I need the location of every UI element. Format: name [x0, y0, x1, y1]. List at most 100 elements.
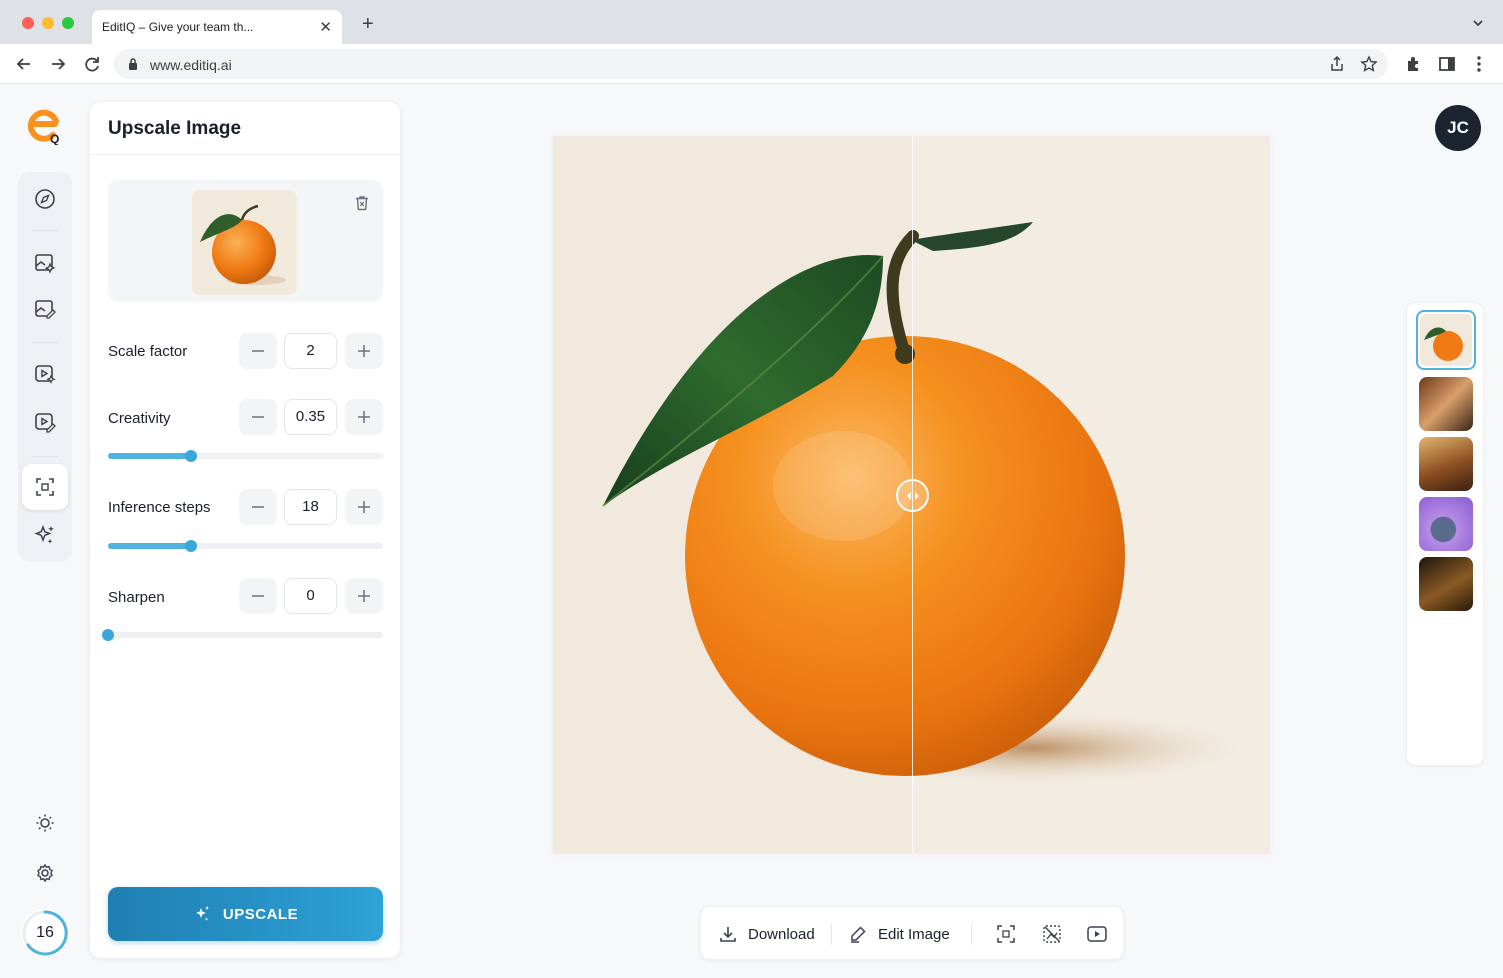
explore-button[interactable] [22, 176, 68, 222]
new-tab-icon[interactable]: + [362, 13, 374, 36]
creativity-label: Creativity [108, 410, 171, 427]
sharpen-label: Sharpen [108, 589, 165, 606]
inference-steps-increment[interactable] [345, 489, 383, 525]
minus-icon [252, 595, 264, 597]
sharpen-slider[interactable] [102, 629, 383, 641]
inference-steps-slider-handle[interactable] [184, 540, 197, 552]
scale-factor-decrement[interactable] [239, 333, 277, 369]
history-item[interactable] [1419, 437, 1473, 491]
share-icon[interactable] [1328, 55, 1346, 73]
tab-title: EditIQ – Give your team th... [102, 20, 254, 34]
enhance-tool-button[interactable] [22, 512, 68, 558]
inference-steps-slider[interactable] [108, 540, 383, 552]
minus-icon [252, 350, 264, 352]
sharpen-slider-handle[interactable] [102, 629, 114, 641]
tab-search-chevron-icon[interactable] [1471, 16, 1485, 30]
credits-counter[interactable]: 16 [21, 909, 69, 957]
sparkles-icon [195, 906, 209, 921]
scale-factor-increment[interactable] [345, 333, 383, 369]
upscale-button[interactable]: UPSCALE [108, 887, 383, 941]
sharpen-input[interactable]: 0 [284, 578, 337, 614]
creativity-slider-handle[interactable] [184, 450, 197, 462]
creativity-increment[interactable] [345, 399, 383, 435]
back-arrow-icon[interactable] [14, 54, 34, 74]
remove-bg-icon [1043, 925, 1061, 943]
panel-divider [90, 154, 400, 155]
compass-icon [35, 189, 55, 209]
scale-factor-label: Scale factor [108, 343, 188, 360]
scale-factor-input[interactable]: 2 [284, 333, 337, 369]
upscale-action-button[interactable] [996, 907, 1016, 961]
tool-rail [18, 172, 72, 562]
sharpen-decrement[interactable] [239, 578, 277, 614]
video-edit-icon [35, 413, 56, 433]
history-item[interactable] [1419, 377, 1473, 431]
source-image-preview [108, 180, 383, 302]
delete-image-icon[interactable] [353, 194, 371, 212]
minimize-window-button[interactable] [42, 17, 54, 29]
animate-video-button[interactable] [1086, 907, 1108, 961]
image-compare-canvas[interactable] [553, 136, 1270, 854]
app-root: Q 16 Upscale Image Scale factor 2 Creati… [0, 84, 1503, 978]
close-window-button[interactable] [22, 17, 34, 29]
frame-icon [997, 925, 1015, 943]
theme-toggle-button[interactable] [26, 804, 64, 842]
tab-bar: EditIQ – Give your team th... ✕ + [0, 0, 1503, 44]
edit-image-button[interactable]: Edit Image [848, 907, 950, 961]
browser-tab[interactable]: EditIQ – Give your team th... ✕ [92, 10, 342, 44]
generate-image-button[interactable] [22, 240, 68, 286]
history-item[interactable] [1419, 557, 1473, 611]
creativity-decrement[interactable] [239, 399, 277, 435]
extensions-icon[interactable] [1404, 54, 1424, 74]
reload-icon[interactable] [82, 54, 102, 74]
source-image-thumbnail[interactable] [192, 190, 297, 295]
tab-close-icon[interactable]: ✕ [319, 18, 332, 36]
action-divider [971, 923, 972, 945]
lock-icon [129, 58, 137, 70]
download-icon [720, 927, 736, 942]
compare-slider-handle[interactable] [896, 479, 929, 512]
plus-icon [358, 345, 370, 357]
remove-background-button[interactable] [1041, 907, 1063, 961]
plus-icon [358, 411, 370, 423]
rail-divider [32, 230, 58, 231]
video-play-icon [1087, 926, 1107, 942]
bookmark-star-icon[interactable] [1360, 55, 1378, 73]
pencil-edit-icon [851, 926, 866, 943]
inference-steps-decrement[interactable] [239, 489, 277, 525]
maximize-window-button[interactable] [62, 17, 74, 29]
user-avatar[interactable]: JC [1435, 105, 1481, 151]
edit-image-tool-button[interactable] [22, 286, 68, 332]
video-sparkle-icon [35, 365, 56, 384]
upscale-panel: Upscale Image Scale factor 2 Creativity … [89, 101, 401, 959]
edit-video-button[interactable] [22, 399, 68, 445]
editiq-logo[interactable]: Q [26, 109, 64, 145]
url-text: www.editiq.ai [150, 57, 232, 73]
browser-menu-icon[interactable] [1469, 54, 1489, 74]
creativity-input[interactable]: 0.35 [284, 399, 337, 435]
history-item[interactable] [1419, 497, 1473, 551]
side-panel-icon[interactable] [1437, 54, 1457, 74]
upscale-tool-button[interactable] [22, 464, 68, 510]
image-sparkle-icon [35, 254, 56, 274]
credits-count: 16 [36, 924, 54, 941]
gear-icon [37, 863, 53, 883]
creativity-slider[interactable] [108, 450, 383, 462]
upscale-button-label: UPSCALE [222, 905, 299, 923]
history-item[interactable] [1416, 310, 1476, 370]
download-button[interactable]: Download [718, 907, 815, 961]
sun-icon [36, 814, 54, 832]
browser-toolbar: www.editiq.ai [0, 44, 1503, 84]
panel-title: Upscale Image [108, 118, 242, 139]
inference-steps-input[interactable]: 18 [284, 489, 337, 525]
forward-arrow-icon[interactable] [48, 54, 68, 74]
inference-steps-label: Inference steps [108, 499, 211, 516]
generate-video-button[interactable] [22, 351, 68, 397]
rail-divider [32, 342, 58, 343]
logo-letter: Q [50, 132, 59, 145]
plus-icon [358, 590, 370, 602]
sharpen-increment[interactable] [345, 578, 383, 614]
address-bar[interactable]: www.editiq.ai [114, 49, 1388, 79]
settings-button[interactable] [26, 854, 64, 892]
action-divider [831, 923, 832, 945]
